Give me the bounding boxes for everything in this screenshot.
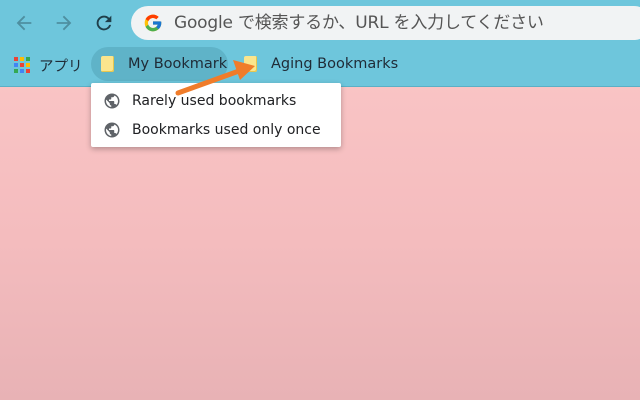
menu-item-used-once[interactable]: Bookmarks used only once [91, 115, 341, 144]
back-button[interactable] [10, 9, 38, 37]
omnibox-placeholder: Google で検索するか、URL を入力してください [174, 13, 544, 33]
apps-shortcut[interactable]: アプリ [14, 46, 83, 84]
bookmark-folder-my-bookmark[interactable]: My Bookmark [91, 47, 228, 81]
reload-button[interactable] [90, 9, 118, 37]
apps-grid-icon [14, 57, 30, 73]
omnibox[interactable]: Google で検索するか、URL を入力してください [131, 6, 640, 40]
browser-toolbar: Google で検索するか、URL を入力してください [0, 0, 640, 46]
bookmarks-bar: アプリ My Bookmark Aging Bookmarks [0, 46, 640, 87]
globe-icon [104, 93, 120, 108]
reload-icon [96, 15, 112, 31]
apps-label: アプリ [39, 58, 83, 75]
menu-item-label: Rarely used bookmarks [132, 92, 297, 109]
folder-icon [244, 56, 257, 72]
bookmark-label: My Bookmark [128, 56, 228, 72]
menu-item-rarely-used[interactable]: Rarely used bookmarks [91, 86, 341, 115]
bookmark-folder-aging-bookmarks[interactable]: Aging Bookmarks [242, 47, 398, 81]
globe-icon [104, 122, 120, 137]
bookmark-folder-menu: Rarely used bookmarks Bookmarks used onl… [91, 83, 341, 147]
forward-button[interactable] [50, 9, 78, 37]
google-g-icon [144, 14, 162, 32]
forward-arrow-icon [56, 15, 72, 31]
folder-icon [101, 56, 114, 72]
menu-item-label: Bookmarks used only once [132, 121, 321, 138]
back-arrow-icon [16, 15, 32, 31]
bookmark-label: Aging Bookmarks [271, 56, 399, 72]
